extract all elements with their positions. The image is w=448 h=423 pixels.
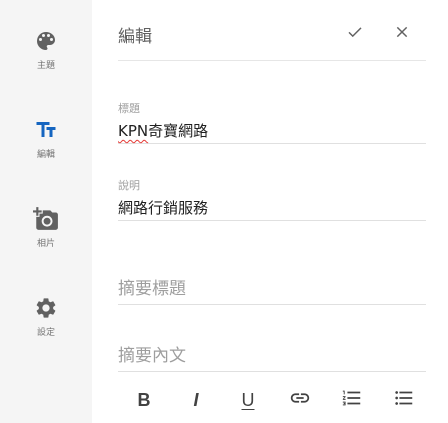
bold-button[interactable]: B bbox=[118, 385, 170, 415]
bold-icon: B bbox=[137, 389, 151, 410]
sidebar-item-settings[interactable]: 設定 bbox=[0, 295, 92, 339]
gear-icon bbox=[33, 295, 59, 321]
edit-panel: 編輯 標題 KPN奇寶網路 說明 網路行銷服務 摘要標題 摘要內文 B I U bbox=[92, 0, 448, 423]
underline-button[interactable]: U bbox=[222, 385, 274, 415]
bulleted-list-button[interactable] bbox=[378, 385, 430, 415]
sidebar-item-label: 編輯 bbox=[36, 150, 55, 160]
bulleted-list-icon bbox=[393, 387, 415, 413]
title-input[interactable]: KPN奇寶網路 bbox=[118, 121, 426, 144]
numbered-list-icon bbox=[341, 387, 363, 413]
check-icon bbox=[346, 23, 364, 45]
sidebar-item-label: 主題 bbox=[36, 61, 55, 71]
italic-icon: I bbox=[193, 389, 199, 410]
close-button[interactable] bbox=[390, 22, 414, 46]
sidebar-item-label: 設定 bbox=[36, 328, 55, 338]
title-value-text: 奇寶網路 bbox=[148, 122, 209, 140]
summary-title-input[interactable]: 摘要標題 bbox=[118, 278, 426, 305]
header-divider bbox=[118, 60, 426, 61]
sidebar-item-theme[interactable]: 主題 bbox=[0, 28, 92, 72]
description-field[interactable]: 說明 網路行銷服務 bbox=[118, 179, 426, 221]
description-label: 說明 bbox=[118, 179, 140, 192]
palette-icon bbox=[33, 28, 59, 54]
format-toolbar: B I U bbox=[118, 385, 438, 415]
numbered-list-button[interactable] bbox=[326, 385, 378, 415]
title-field[interactable]: 標題 KPN奇寶網路 bbox=[118, 102, 426, 144]
summary-content-input[interactable]: 摘要內文 bbox=[118, 345, 426, 372]
description-input[interactable]: 網路行銷服務 bbox=[118, 198, 426, 221]
title-label: 標題 bbox=[118, 102, 140, 115]
misspelled-word: KPN bbox=[118, 122, 149, 140]
link-button[interactable] bbox=[274, 385, 326, 415]
close-icon bbox=[394, 24, 410, 44]
sidebar: 主題 編輯 相片 設定 bbox=[0, 0, 92, 423]
confirm-button[interactable] bbox=[343, 22, 367, 46]
sidebar-item-label: 相片 bbox=[36, 239, 55, 249]
underline-icon: U bbox=[241, 389, 255, 410]
sidebar-item-edit[interactable]: 編輯 bbox=[0, 117, 92, 161]
link-icon bbox=[289, 387, 311, 413]
italic-button[interactable]: I bbox=[170, 385, 222, 415]
sidebar-item-photos[interactable]: 相片 bbox=[0, 206, 92, 250]
add-photo-icon bbox=[33, 206, 59, 232]
text-fields-icon bbox=[33, 117, 59, 143]
